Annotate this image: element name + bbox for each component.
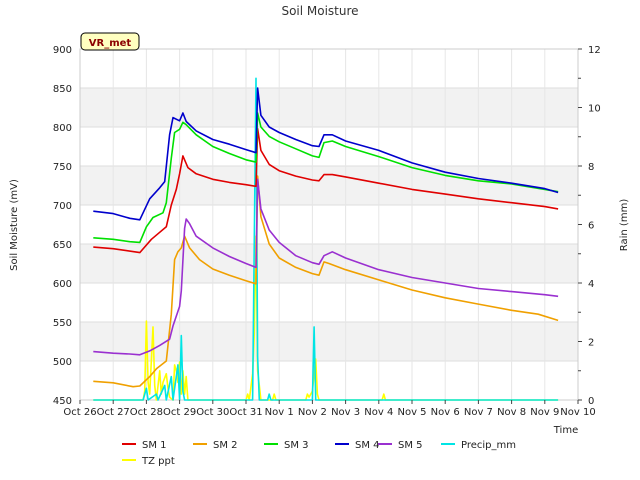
x-tick-label: Nov 9: [530, 407, 559, 418]
y-tick-label: 650: [53, 240, 72, 251]
soil-moisture-chart: 450 500 550 600 650 700 750 800 850 900 0 2 4 6 8 10 12…: [9, 4, 630, 467]
grid-band: [80, 88, 578, 127]
x-tick-label: Oct 26: [63, 407, 96, 418]
x-tick-label: Nov 7: [464, 407, 493, 418]
x-axis-title: Time: [553, 425, 578, 436]
y2-tick-label: 10: [588, 104, 601, 115]
y-tick-label: 700: [53, 201, 72, 212]
y-tick-label: 900: [53, 45, 72, 56]
y2-tick-label: 0: [588, 396, 594, 407]
y2-axis-title: Rain (mm): [619, 199, 630, 252]
y2-tick-label: 8: [588, 162, 594, 173]
y2-tick-label: 2: [588, 338, 594, 349]
x-tick-label: Oct 30: [196, 407, 229, 418]
legend: SM 1 SM 2 SM 3 SM 4 SM 5 Precip_mm TZ ppt: [122, 440, 516, 467]
x-tick-label: Nov 1: [265, 407, 294, 418]
x-tick-label: Nov 8: [497, 407, 526, 418]
y2-tick-label: 4: [588, 279, 594, 290]
y-tick-label: 800: [53, 123, 72, 134]
legend-label-sm-3: SM 3: [284, 440, 309, 451]
x-tick-label: Nov 6: [431, 407, 460, 418]
y-tick-label: 500: [53, 357, 72, 368]
legend-label-sm-5: SM 5: [398, 440, 423, 451]
x-tick-label: Oct 29: [163, 407, 196, 418]
background-bands: [80, 88, 578, 361]
x-tick-label: Oct 28: [130, 407, 163, 418]
legend-label-sm-4: SM 4: [355, 440, 380, 451]
x-tick-label: Oct 27: [97, 407, 130, 418]
y-tick-label: 850: [53, 84, 72, 95]
y2-tick-label: 6: [588, 221, 594, 232]
chart-title: Soil Moisture: [281, 4, 358, 18]
legend-label-tz-ppt: TZ ppt: [141, 456, 175, 467]
x-tick-label: Nov 4: [364, 407, 393, 418]
legend-label-sm-1: SM 1: [142, 440, 167, 451]
x-tick-label: Nov 10: [560, 407, 595, 418]
station-label: VR_met: [89, 38, 132, 49]
y2-tick-label: 12: [588, 45, 601, 56]
y-axis-ticks: 450 500 550 600 650 700 750 800 850 900: [53, 45, 72, 407]
grid-band: [80, 166, 578, 205]
y-tick-label: 750: [53, 162, 72, 173]
y2-axis-ticks: 0 2 4 6 8 10 12: [578, 45, 601, 407]
y-tick-label: 600: [53, 279, 72, 290]
x-tick-label: Oct 31: [229, 407, 262, 418]
x-axis-ticks: Oct 26 Oct 27 Oct 28 Oct 29 Oct 30 Oct 31 Nov …: [63, 400, 596, 418]
y-tick-label: 450: [53, 396, 72, 407]
x-tick-label: Nov 5: [397, 407, 426, 418]
y-tick-label: 550: [53, 318, 72, 329]
station-label-box: VR_met: [80, 32, 140, 51]
grid-band: [80, 322, 578, 361]
y-axis-title: Soil Moisture (mV): [9, 179, 20, 271]
legend-label-precip-mm: Precip_mm: [461, 440, 516, 451]
x-tick-label: Nov 2: [298, 407, 327, 418]
x-tick-label: Nov 3: [331, 407, 360, 418]
legend-label-sm-2: SM 2: [213, 440, 238, 451]
